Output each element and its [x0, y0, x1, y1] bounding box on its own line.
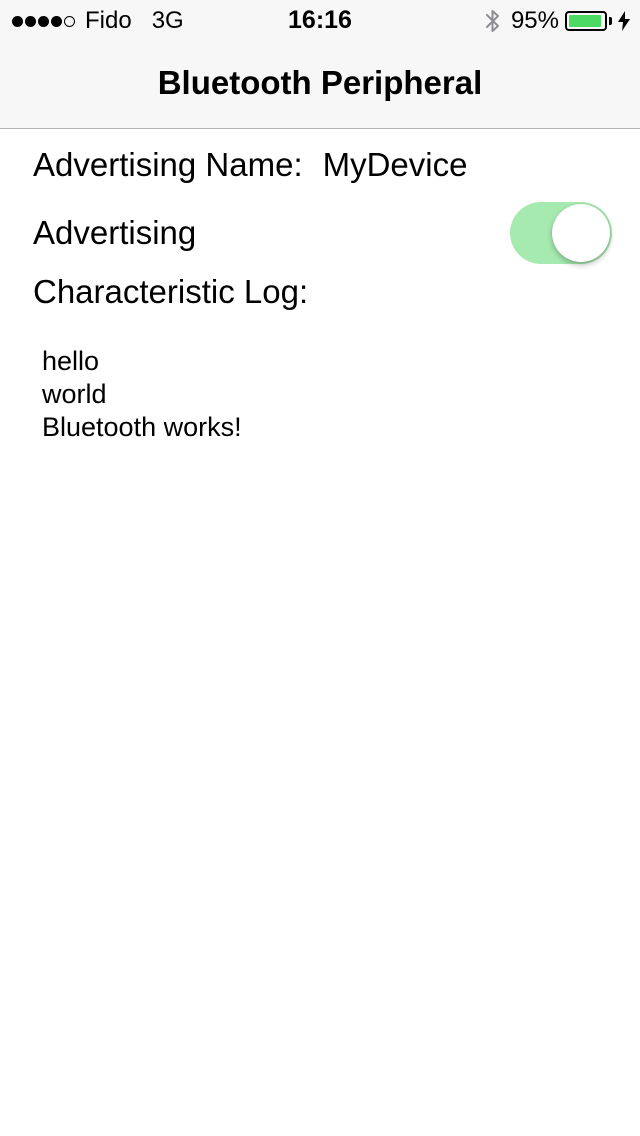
battery-icon — [565, 11, 607, 31]
advertising-toggle[interactable] — [510, 202, 612, 264]
log-line: world — [42, 379, 107, 409]
page-title: Bluetooth Peripheral — [157, 64, 483, 101]
status-bar: Fido 3G 16:16 95% — [0, 0, 640, 40]
characteristic-log-textview[interactable]: hello world Bluetooth works! — [42, 345, 602, 444]
log-line: hello — [42, 346, 100, 376]
battery-cap — [609, 17, 612, 25]
battery-percentage: 95% — [510, 7, 559, 34]
toggle-knob[interactable] — [552, 204, 610, 262]
advertising-name-row: Advertising Name: MyDevice — [33, 146, 467, 184]
lightning-bolt-icon — [618, 11, 630, 31]
advertising-label: Advertising — [33, 214, 197, 251]
status-bar-right: 95% — [485, 7, 630, 35]
log-line: Bluetooth works! — [42, 412, 242, 442]
bluetooth-icon — [485, 8, 501, 34]
battery-level-fill — [569, 15, 602, 27]
navigation-header: Fido 3G 16:16 95% Bluetooth Peripheral — [0, 0, 640, 129]
advertising-name-label: Advertising Name: — [33, 146, 303, 183]
characteristic-log-label: Characteristic Log: — [33, 273, 309, 310]
advertising-name-value: MyDevice — [322, 146, 468, 183]
